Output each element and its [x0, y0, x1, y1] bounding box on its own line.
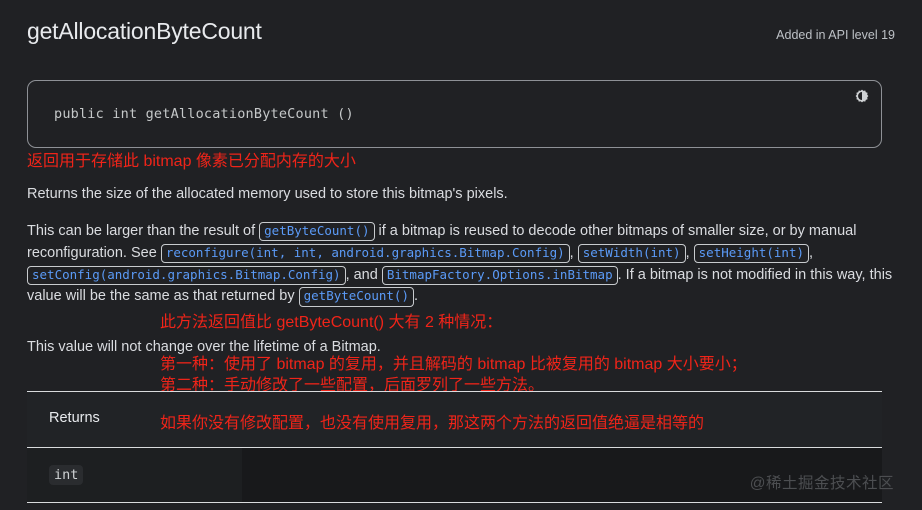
api-doc-page: getAllocationByteCount Added in API leve… — [0, 0, 922, 510]
link-setconfig[interactable]: setConfig(android.graphics.Bitmap.Config… — [27, 265, 346, 285]
description-text: This can be larger than the result of ge… — [27, 221, 893, 308]
annotation-note-1: 此方法返回值比 getByteCount() 大有 2 种情况： — [160, 314, 503, 331]
table-row-returns: Returns — [27, 391, 882, 448]
en-summary: Returns the size of the allocated memory… — [27, 186, 508, 202]
returns-value-cell — [242, 391, 882, 448]
watermark: @稀土掘金技术社区 — [749, 475, 894, 492]
method-signature: public int getAllocationByteCount () — [54, 106, 354, 122]
link-getbytecount-1[interactable]: getByteCount() — [259, 222, 375, 242]
text-fragment: . — [413, 288, 419, 305]
api-level-badge: Added in API level 19 — [776, 28, 895, 42]
page-title: getAllocationByteCount — [27, 18, 262, 44]
text-fragment: , — [685, 244, 694, 261]
type-int: int — [49, 465, 84, 485]
link-getbytecount-2[interactable]: getByteCount() — [298, 287, 414, 307]
text-fragment: , — [809, 244, 814, 261]
lifetime-paragraph: This value will not change over the life… — [27, 339, 381, 355]
page-header: getAllocationByteCount Added in API leve… — [27, 18, 895, 46]
zh-summary-note: 返回用于存储此 bitmap 像素已分配内存的大小 — [27, 153, 356, 170]
description-paragraph: This can be larger than the result of ge… — [27, 221, 893, 308]
text-fragment: , — [569, 244, 578, 261]
link-setheight[interactable]: setHeight(int) — [693, 243, 809, 264]
text-fragment: , and — [345, 266, 382, 283]
returns-label: Returns — [27, 391, 242, 448]
link-inbitmap[interactable]: BitmapFactory.Options.inBitmap — [381, 265, 618, 285]
returns-type-cell: int — [27, 447, 242, 503]
brightness-contrast-icon[interactable] — [851, 86, 873, 108]
link-reconfigure[interactable]: reconfigure(int, int, android.graphics.B… — [160, 243, 570, 264]
link-setwidth[interactable]: setWidth(int) — [577, 243, 686, 264]
method-signature-block: public int getAllocationByteCount () — [27, 80, 882, 148]
text-fragment: This can be larger than the result of — [27, 223, 260, 239]
